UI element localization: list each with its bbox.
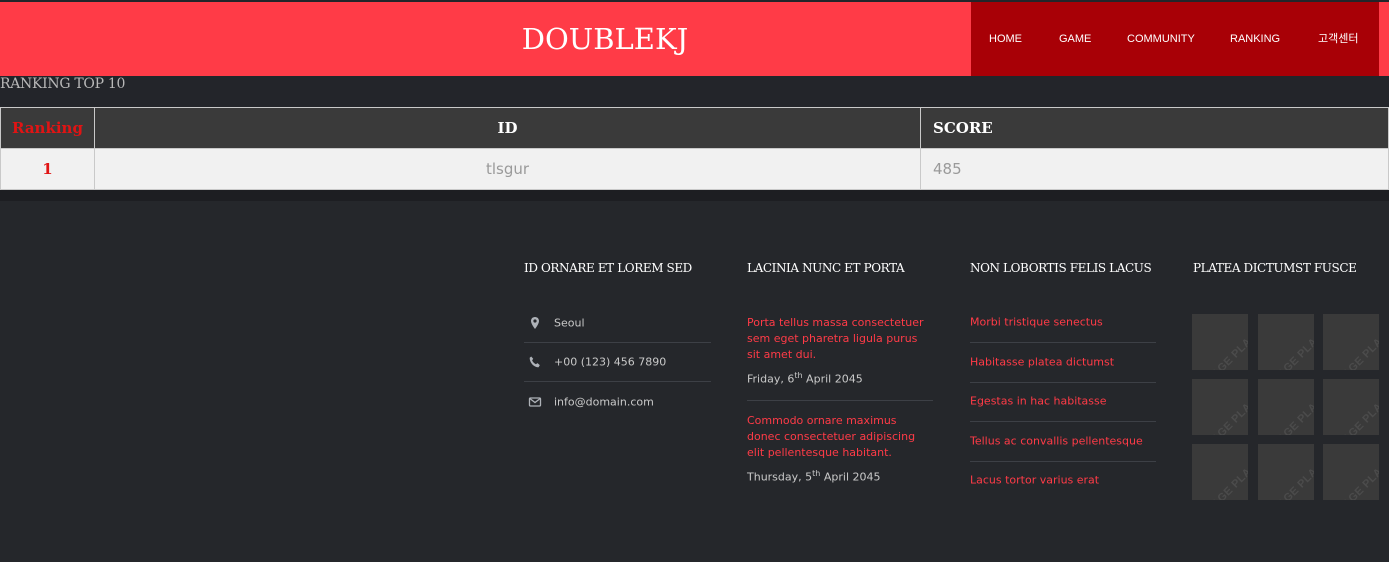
- post-link[interactable]: Commodo ornare maximus donec consectetue…: [747, 413, 933, 461]
- site-header: DOUBLEKJ HOME GAME COMMUNITY RANKING 고객센…: [0, 2, 1389, 76]
- contact-email-text[interactable]: info@domain.com: [554, 395, 654, 408]
- rank-cell: 1: [0, 148, 95, 190]
- site-footer: ID ORNARE ET LOREM SED Seoul +00 (123) 4…: [0, 201, 1389, 562]
- score-cell: 485: [920, 148, 1389, 190]
- map-marker-icon: [531, 316, 539, 329]
- contact-location-text: Seoul: [554, 316, 585, 329]
- column-header-id: ID: [94, 107, 921, 149]
- main-nav: HOME GAME COMMUNITY RANKING 고객센터: [971, 2, 1379, 76]
- gallery-thumbnail[interactable]: IMAGE PLACEHOLDER: [1192, 444, 1248, 500]
- contact-phone: +00 (123) 456 7890: [524, 342, 711, 382]
- nav-ranking[interactable]: RANKING: [1230, 2, 1280, 76]
- footer-post: Porta tellus massa consectetuer sem eget…: [747, 315, 933, 386]
- footer-col3-title: NON LOBORTIS FELIS LACUS: [970, 261, 1152, 275]
- gallery-thumbnail[interactable]: IMAGE PLACEHOLDER: [1258, 444, 1314, 500]
- nav-home[interactable]: HOME: [989, 2, 1022, 76]
- ranking-table: Ranking ID SCORE 1 tlsgur 485: [0, 107, 1389, 190]
- gallery-thumbnail[interactable]: IMAGE PLACEHOLDER: [1323, 444, 1379, 500]
- nav-game[interactable]: GAME: [1059, 2, 1091, 76]
- post-date: Friday, 6th April 2045: [747, 371, 863, 386]
- footer-col1-title: ID ORNARE ET LOREM SED: [524, 261, 692, 275]
- column-header-ranking: Ranking: [0, 107, 95, 149]
- contact-email: info@domain.com: [524, 382, 711, 421]
- footer-post: Commodo ornare maximus donec consectetue…: [747, 413, 933, 484]
- ranking-title: RANKING TOP 10: [0, 76, 126, 92]
- footer-link[interactable]: Egestas in hac habitasse: [970, 381, 1156, 422]
- nav-customer-center[interactable]: 고객센터: [1318, 2, 1358, 76]
- gallery-thumbnail[interactable]: IMAGE PLACEHOLDER: [1323, 379, 1379, 435]
- table-row: 1 tlsgur 485: [0, 148, 1389, 190]
- footer-link[interactable]: Habitasse platea dictumst: [970, 342, 1156, 383]
- post-divider: [747, 400, 933, 401]
- footer-link[interactable]: Morbi tristique senectus: [970, 302, 1156, 343]
- table-header-row: Ranking ID SCORE: [0, 107, 1389, 149]
- footer-col4-title: PLATEA DICTUMST FUSCE: [1193, 261, 1357, 275]
- contact-phone-text[interactable]: +00 (123) 456 7890: [554, 355, 666, 368]
- id-cell: tlsgur: [94, 148, 921, 190]
- column-header-score: SCORE: [920, 107, 1389, 149]
- footer-link[interactable]: Lacus tortor varius erat: [970, 460, 1156, 500]
- post-date: Thursday, 5th April 2045: [747, 469, 881, 484]
- gallery-thumbnail[interactable]: IMAGE PLACEHOLDER: [1192, 314, 1248, 370]
- section-divider: [0, 190, 1389, 201]
- gallery-thumbnail[interactable]: IMAGE PLACEHOLDER: [1258, 314, 1314, 370]
- gallery-thumbnail[interactable]: IMAGE PLACEHOLDER: [1192, 379, 1248, 435]
- footer-col2-title: LACINIA NUNC ET PORTA: [747, 261, 905, 275]
- contact-location: Seoul: [524, 303, 711, 343]
- phone-icon: [529, 356, 540, 367]
- gallery-thumbnail[interactable]: IMAGE PLACEHOLDER: [1258, 379, 1314, 435]
- envelope-icon: [528, 396, 542, 407]
- post-link[interactable]: Porta tellus massa consectetuer sem eget…: [747, 315, 933, 363]
- footer-link[interactable]: Tellus ac convallis pellentesque: [970, 421, 1156, 462]
- gallery-thumbnail[interactable]: IMAGE PLACEHOLDER: [1323, 314, 1379, 370]
- nav-community[interactable]: COMMUNITY: [1127, 2, 1195, 76]
